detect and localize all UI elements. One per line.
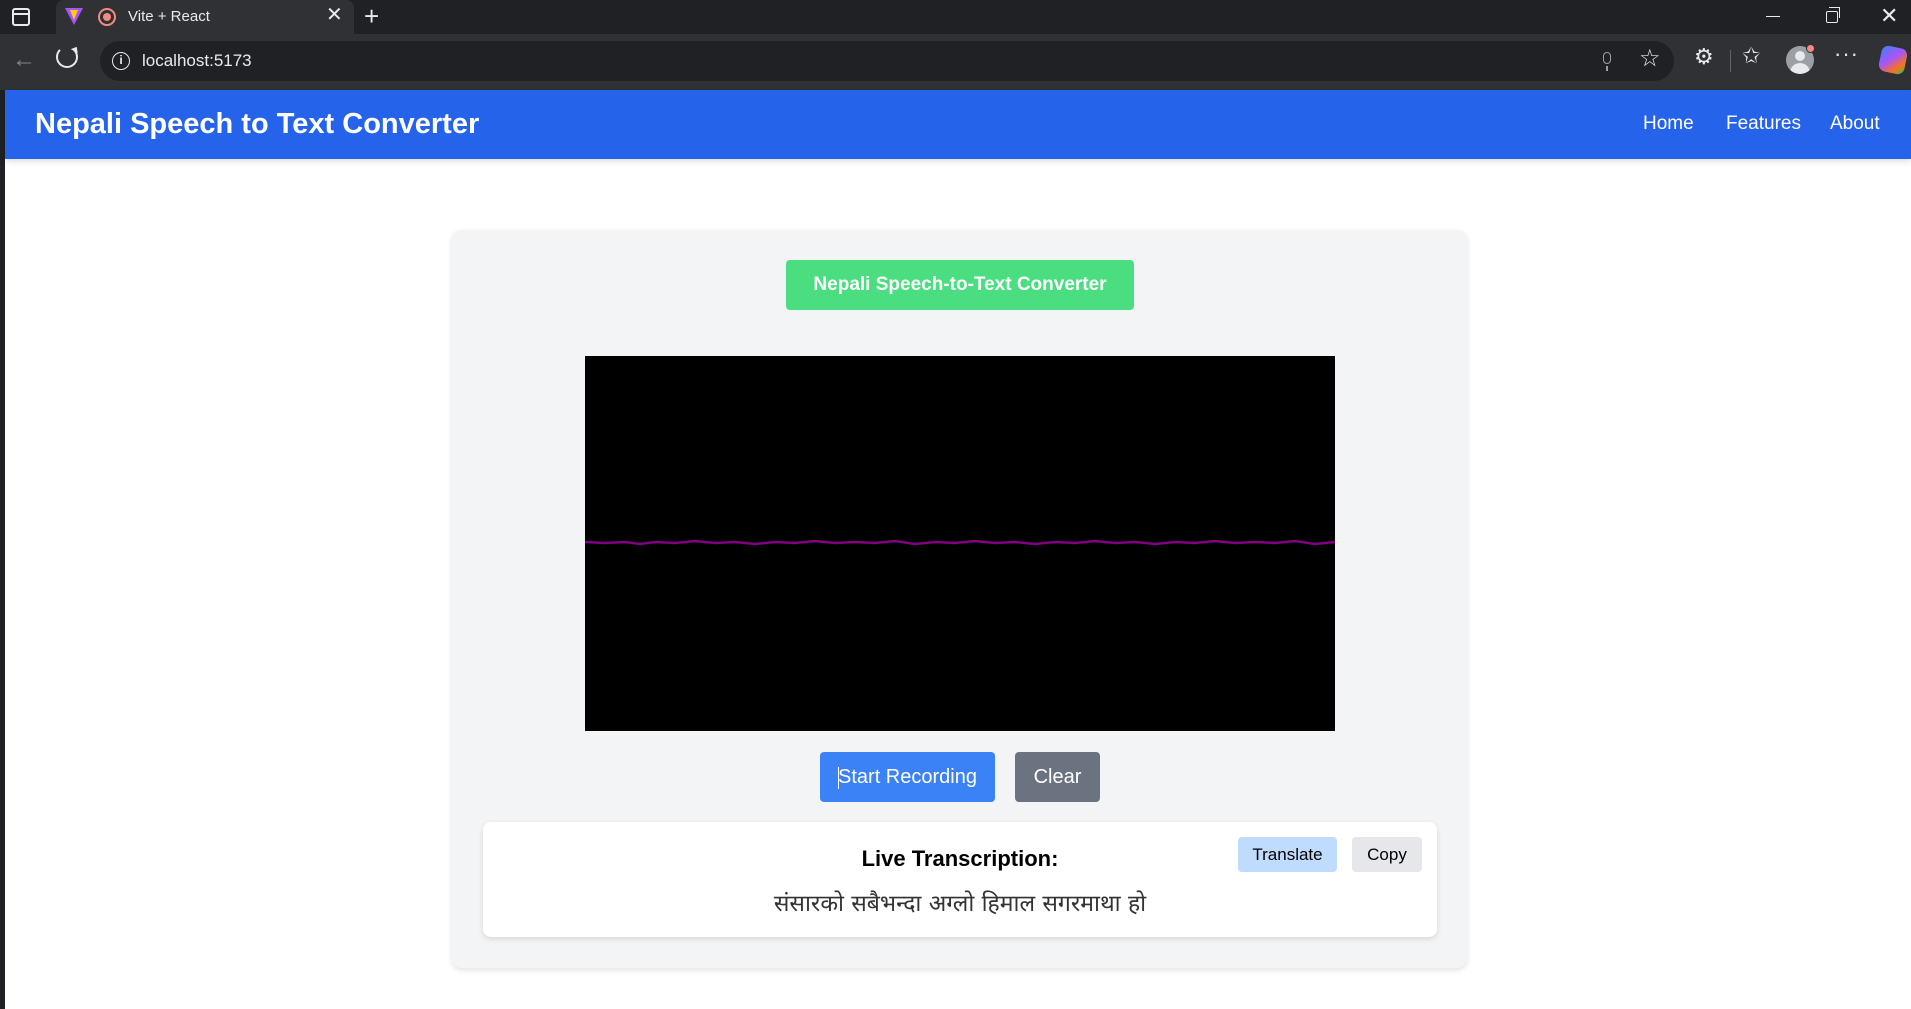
translate-button[interactable]: Translate (1238, 837, 1337, 872)
vite-favicon-icon (65, 8, 83, 25)
browser-tab[interactable]: Vite + React ✕ (56, 0, 354, 34)
microphone-icon[interactable] (1603, 52, 1611, 71)
reload-icon[interactable] (56, 46, 78, 68)
browser-toolbar: ← i localhost:5173 ☆ ⚙ ✩ ··· (0, 34, 1911, 90)
app-navbar: Nepali Speech to Text Converter Home Fea… (5, 90, 1911, 159)
back-icon[interactable]: ← (12, 48, 36, 72)
address-bar[interactable]: i localhost:5173 ☆ (100, 41, 1674, 81)
start-recording-label: Start Recording (838, 766, 977, 788)
minimize-icon[interactable] (1766, 16, 1780, 17)
transcription-text: संसारको सबैभन्दा अग्लो हिमाल सगरमाथा हो (773, 891, 1147, 917)
close-tab-icon[interactable]: ✕ (326, 5, 343, 25)
converter-heading: Nepali Speech-to-Text Converter (786, 260, 1134, 310)
app-title[interactable]: Nepali Speech to Text Converter (35, 108, 479, 141)
tab-title: Vite + React (128, 8, 210, 25)
extensions-icon[interactable]: ⚙ (1694, 45, 1714, 69)
copy-button[interactable]: Copy (1352, 837, 1422, 872)
audio-waveform-canvas (585, 356, 1335, 731)
url-text[interactable]: localhost:5173 (142, 51, 252, 71)
favorite-star-icon[interactable]: ☆ (1639, 46, 1661, 72)
waveform-line (585, 539, 1335, 546)
copilot-icon[interactable] (1877, 44, 1909, 76)
start-recording-button[interactable]: Start Recording (820, 752, 995, 802)
profile-notification-dot (1806, 44, 1815, 53)
nav-link-home[interactable]: Home (1643, 113, 1694, 135)
toolbar-divider (1730, 50, 1731, 72)
tab-actions-icon[interactable] (12, 8, 30, 26)
nav-link-about[interactable]: About (1830, 113, 1880, 135)
restore-icon[interactable] (1826, 7, 1840, 23)
clear-button[interactable]: Clear (1015, 752, 1100, 802)
transcription-panel: Live Transcription: संसारको सबैभन्दा अग्… (483, 822, 1437, 937)
recording-indicator-icon (98, 8, 116, 26)
favorites-icon[interactable]: ✩ (1742, 44, 1760, 68)
page-viewport: Nepali Speech to Text Converter Home Fea… (0, 90, 1911, 1009)
new-tab-icon[interactable]: + (364, 2, 379, 30)
window-edge (0, 90, 5, 1009)
waveform-svg (585, 539, 1335, 546)
window-close-icon[interactable]: ✕ (1880, 5, 1898, 27)
more-options-icon[interactable]: ··· (1834, 42, 1859, 66)
nav-link-features[interactable]: Features (1726, 113, 1801, 135)
browser-tab-bar: Vite + React ✕ + ✕ (0, 0, 1911, 34)
site-info-icon[interactable]: i (112, 52, 130, 70)
converter-card: Nepali Speech-to-Text Converter Start Re… (452, 230, 1467, 968)
